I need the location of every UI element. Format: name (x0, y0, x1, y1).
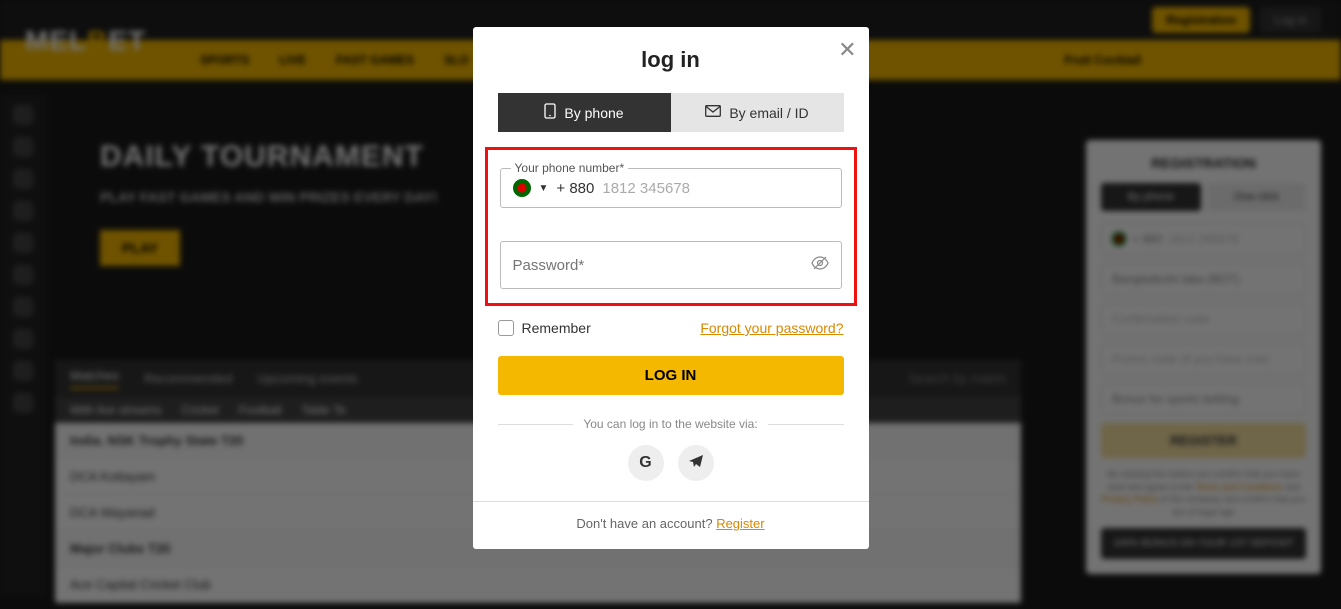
register-link[interactable]: Register (716, 516, 764, 531)
phone-prefix: + 880 (556, 180, 594, 197)
tab-by-phone[interactable]: By phone (498, 93, 671, 132)
remember-label: Remember (522, 320, 591, 336)
modal-title: log in (473, 47, 869, 73)
password-input[interactable] (513, 257, 811, 274)
no-account-text: Don't have an account? Register (473, 516, 869, 531)
remember-checkbox[interactable]: Remember (498, 320, 591, 336)
google-login-button[interactable]: G (628, 445, 664, 481)
phone-field-label: Your phone number* (511, 161, 629, 175)
telegram-login-button[interactable] (678, 445, 714, 481)
email-icon (705, 105, 721, 120)
phone-icon (544, 103, 556, 122)
phone-field: Your phone number* ▼ + 880 (500, 168, 842, 208)
highlighted-fields: Your phone number* ▼ + 880 (485, 147, 857, 306)
tab-by-email[interactable]: By email / ID (671, 93, 844, 132)
chevron-down-icon[interactable]: ▼ (539, 183, 549, 194)
login-modal: ✕ log in By phone By email / ID Your pho… (473, 27, 869, 549)
close-icon[interactable]: ✕ (838, 39, 856, 61)
password-field (500, 241, 842, 289)
telegram-icon (688, 453, 704, 474)
forgot-password-link[interactable]: Forgot your password? (700, 320, 843, 336)
country-flag-icon[interactable] (513, 179, 531, 197)
eye-icon[interactable] (811, 256, 829, 274)
google-icon: G (639, 454, 651, 472)
modal-overlay: ✕ log in By phone By email / ID Your pho… (0, 0, 1341, 609)
tab-phone-label: By phone (564, 105, 623, 121)
checkbox-icon (498, 320, 514, 336)
social-login-divider: You can log in to the website via: (498, 417, 844, 431)
phone-input[interactable] (602, 180, 828, 197)
tab-email-label: By email / ID (729, 105, 808, 121)
login-button[interactable]: LOG IN (498, 356, 844, 395)
